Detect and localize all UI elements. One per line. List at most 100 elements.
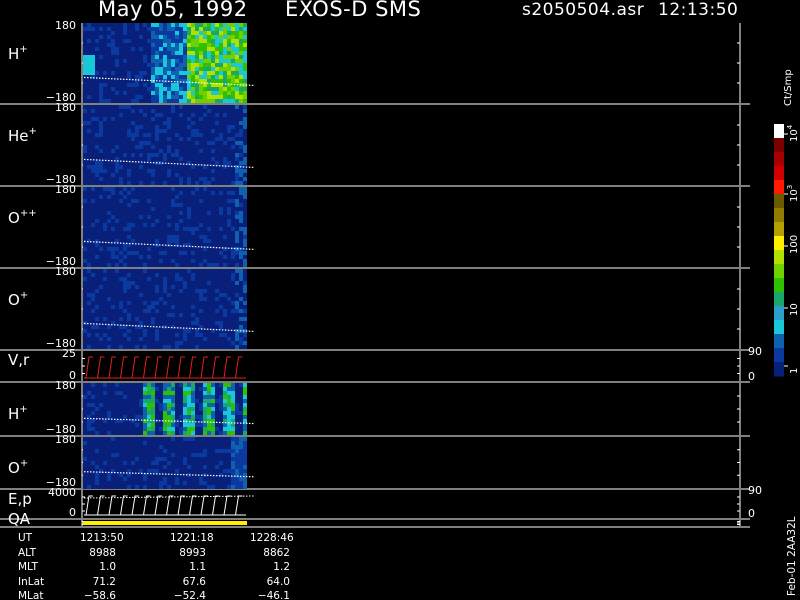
spectrogram-cell [87, 231, 91, 235]
spectrogram-cell [151, 181, 155, 185]
spectrogram-cell [143, 83, 147, 87]
spectrogram-cell [159, 149, 163, 153]
spectrogram-cell [171, 293, 175, 297]
spectrogram-cell [143, 51, 147, 55]
spectrogram-cell [135, 305, 139, 309]
spectrogram-cell [103, 485, 107, 489]
spectrogram-cell [243, 317, 247, 321]
spectrogram-cell [207, 465, 211, 469]
spectrogram-cell [227, 219, 231, 223]
spectrogram-cell [87, 227, 91, 231]
spectrogram-cell [239, 481, 243, 485]
spectrogram-cell [227, 383, 231, 387]
spectrogram-cell [187, 153, 191, 157]
spectrogram-cell [131, 273, 135, 277]
spectrogram-cell [123, 415, 127, 419]
spectrogram-cell [135, 181, 139, 185]
spectrogram-cell [127, 71, 131, 75]
spectrogram-cell [191, 235, 195, 239]
spectrogram-cell [219, 293, 223, 297]
spectrogram-cell [179, 345, 183, 349]
spectrogram-cell [211, 309, 215, 313]
spectrogram-cell [207, 153, 211, 157]
spectrogram-cell [187, 341, 191, 345]
spectrogram-cell [227, 199, 231, 203]
spectrogram-cell [235, 317, 239, 321]
spectrogram-cell [171, 67, 175, 71]
spectrogram-cell [219, 169, 223, 173]
spectrogram-cell [235, 51, 239, 55]
spectrogram-cell [83, 99, 87, 103]
spectrogram-cell [239, 215, 243, 219]
spectrogram-cell [131, 391, 135, 395]
spectrogram-cell [167, 31, 171, 35]
spectrogram-cell [147, 399, 151, 403]
spectrogram-cell [191, 277, 195, 281]
spectrogram-cell [183, 485, 187, 489]
spectrogram-cell [147, 445, 151, 449]
spectrogram-cell [231, 129, 235, 133]
spectrogram-cell [103, 437, 107, 441]
spectrogram-cell [159, 223, 163, 227]
spectrogram-cell [191, 391, 195, 395]
spectrogram-cell [107, 141, 111, 145]
spectrogram-cell [179, 223, 183, 227]
spectrogram-cell [119, 165, 123, 169]
spectrogram-cell [87, 263, 91, 267]
spectrogram-cell [143, 297, 147, 301]
spectrogram-cell [151, 289, 155, 293]
spectrogram-cell [199, 91, 203, 95]
spectrogram-cell [171, 247, 175, 251]
spectrogram-cell [147, 39, 151, 43]
spectrogram-cell [215, 191, 219, 195]
spectrogram-cell [167, 395, 171, 399]
spectrogram-cell [99, 235, 103, 239]
spectrogram-cell [163, 285, 167, 289]
spectrogram-cell [167, 149, 171, 153]
spectrogram-cell [163, 481, 167, 485]
spectrogram-cell [83, 199, 87, 203]
spectrogram-cell [119, 195, 123, 199]
spectrogram-cell [223, 59, 227, 63]
spectrogram-cell [115, 387, 119, 391]
spectrogram-cell [179, 35, 183, 39]
spectrogram-cell [103, 309, 107, 313]
spectrogram-cell [123, 345, 127, 349]
spectrogram-cell [183, 95, 187, 99]
spectrogram-cell [111, 477, 115, 481]
spectrogram-cell [171, 235, 175, 239]
spectrogram-cell [115, 71, 119, 75]
spectrogram-cell [231, 391, 235, 395]
spectrogram-cell [91, 477, 95, 481]
spectrogram-cell [163, 191, 167, 195]
spectrogram-cell [99, 449, 103, 453]
spectrogram-cell [183, 35, 187, 39]
spectrogram-cell [107, 255, 111, 259]
spectrogram-cell [111, 43, 115, 47]
spectrogram-cell [215, 31, 219, 35]
spectrogram-cell [99, 141, 103, 145]
spectrogram-cell [95, 391, 99, 395]
spectrogram-cell [163, 39, 167, 43]
spectrogram-cell [187, 27, 191, 31]
spectrogram-cell [243, 341, 247, 345]
spectrogram-cell [175, 35, 179, 39]
spectrogram-cell [95, 427, 99, 431]
spectrogram-cell [243, 431, 247, 435]
spectrogram-cell [115, 51, 119, 55]
spectrogram-cell [223, 243, 227, 247]
spectrogram-cell [135, 293, 139, 297]
spectrogram-cell [143, 485, 147, 489]
spectrogram-cell [179, 27, 183, 31]
spectrogram-cell [119, 313, 123, 317]
spectrogram-cell [243, 203, 247, 207]
spectrogram-cell [111, 191, 115, 195]
spectrogram-cell [115, 329, 119, 333]
spectrogram-cell [83, 165, 87, 169]
spectrogram-cell [175, 177, 179, 181]
spectrogram-cell [199, 187, 203, 191]
spectrogram-cell [127, 55, 131, 59]
spectrogram-cell [87, 35, 91, 39]
spectrogram-cell [183, 43, 187, 47]
spectrogram-cell [95, 27, 99, 31]
